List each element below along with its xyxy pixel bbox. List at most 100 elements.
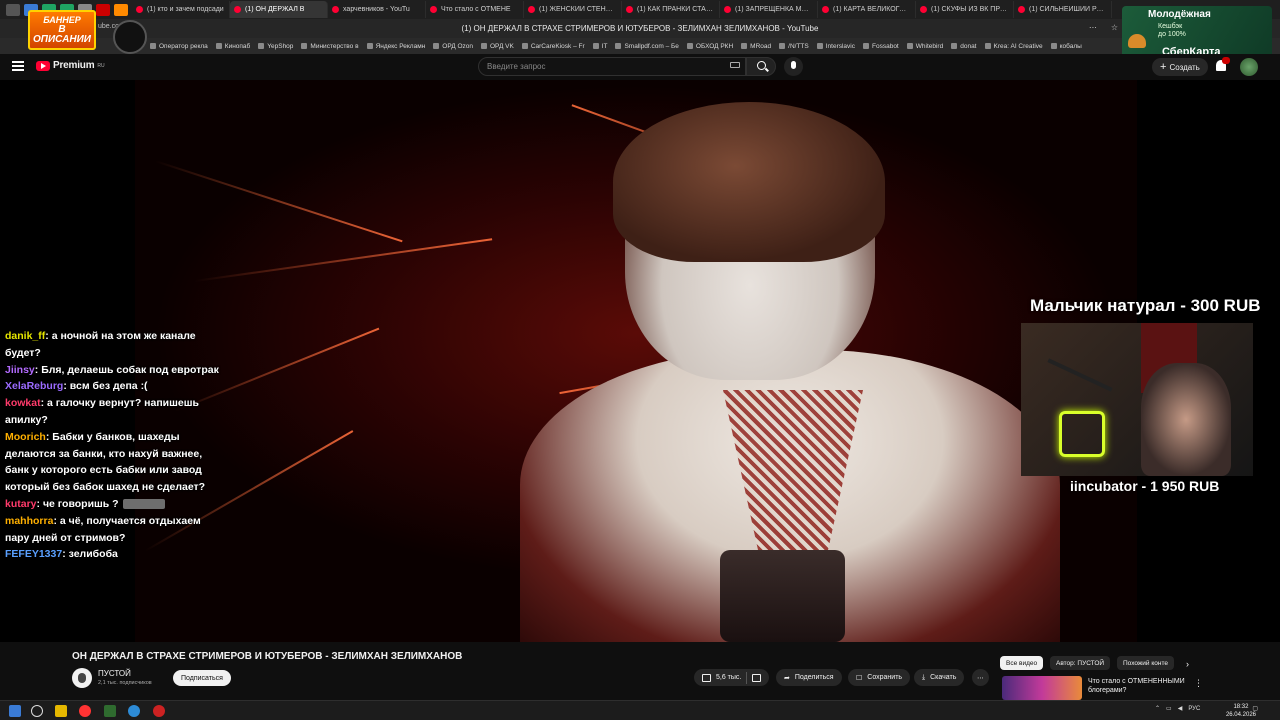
recommendation-chip[interactable]: Похожий конте <box>1117 656 1174 670</box>
save-button[interactable]: ☐ Сохранить <box>848 669 911 686</box>
bookmark-item[interactable]: YepShop <box>258 43 293 50</box>
dislike-icon[interactable] <box>752 673 762 682</box>
create-button[interactable]: + Создать <box>1152 58 1208 76</box>
tab-favicon-icon[interactable] <box>114 3 128 16</box>
channel-avatar[interactable] <box>72 668 92 688</box>
recommendation-title[interactable]: Что стало с ОТМЕНЕННЫМИ блогерами? <box>1088 677 1188 695</box>
recommendation-chip[interactable]: Автор: ПУСТОЙ <box>1050 656 1111 670</box>
bookmark-favicon-icon <box>951 43 958 49</box>
recommendation-thumbnail[interactable] <box>1002 676 1082 700</box>
clock-time: 18:32 <box>1233 704 1249 710</box>
chat-username: danik_ff <box>5 330 46 342</box>
browser-tab[interactable]: (1) КАК ПРАНКИ СТАЛИ <box>622 1 720 18</box>
bookmark-item[interactable]: Яндекс Рекламн <box>366 42 426 50</box>
bookmark-label: ОБХОД РКН <box>695 42 734 50</box>
share-button[interactable]: ➦ Поделиться <box>776 669 842 686</box>
youtube-region: RU <box>97 62 105 69</box>
obs-icon[interactable] <box>153 705 165 717</box>
browser-tab[interactable]: (1) СИЛЬНЕЙШИЙ РОФ <box>1014 1 1112 18</box>
light-ray <box>654 80 677 82</box>
voice-search-icon[interactable] <box>784 57 803 76</box>
search-icon[interactable] <box>31 705 43 717</box>
network-icon[interactable]: ▭ <box>1166 705 1172 712</box>
start-icon[interactable] <box>9 705 21 717</box>
bookmark-item[interactable]: Krea: AI Creative <box>984 43 1043 50</box>
video-frame[interactable] <box>135 80 1137 642</box>
app-icon[interactable] <box>104 705 116 717</box>
bookmark-label: Яндекс Рекламн <box>375 42 426 50</box>
extensions-icon[interactable]: ⋯ <box>1089 23 1097 32</box>
window-controls: ⋯ ☆ <box>1089 23 1118 32</box>
bookmark-label: donat <box>960 42 977 50</box>
keyboard-icon[interactable] <box>730 62 740 68</box>
bookmark-item[interactable]: /N/TTS <box>779 43 809 50</box>
youtube-favicon-icon <box>332 6 339 13</box>
bookmark-label: CarCareKiosk – Fr <box>530 42 585 50</box>
bookmark-item[interactable]: ОРД VK <box>480 43 514 50</box>
browser-tab[interactable]: (1) ОН ДЕРЖАЛ В <box>230 1 328 18</box>
bookmark-item[interactable]: donat <box>951 42 977 50</box>
bookmark-favicon-icon <box>521 43 528 49</box>
stream-banner-overlay: БАННЕР В ОПИСАНИИ <box>28 10 96 50</box>
chat-username: Moorich <box>5 430 46 443</box>
yandex-browser-icon[interactable] <box>79 705 91 717</box>
browser-tab[interactable]: (1) ЗАПРЕЩЁНКА МЕСС <box>720 1 818 18</box>
download-button[interactable]: ⤓ Скачать <box>914 669 965 686</box>
search-input[interactable]: Введите запрос <box>478 57 746 76</box>
video-player[interactable]: danik_ff: а ночной на этом же канале буд… <box>0 80 1280 642</box>
browser-tab[interactable]: харчевников - YouTu <box>328 1 426 18</box>
bookmark-label: Fossabot <box>872 42 899 50</box>
youtube-logo[interactable]: Premium RU <box>36 60 105 71</box>
account-avatar[interactable] <box>1240 58 1258 76</box>
like-count[interactable]: 5,6 тыс. <box>716 674 741 681</box>
browser-tab[interactable]: Что стало с ОТМЕНЕ <box>426 1 524 18</box>
browser-tab-title: (1) КАК ПРАНКИ СТАЛИ <box>637 6 715 13</box>
volume-icon[interactable]: ◀ <box>1178 705 1183 712</box>
explorer-icon[interactable] <box>55 705 67 717</box>
youtube-favicon-icon <box>528 6 535 13</box>
language-indicator[interactable]: РУС <box>1188 706 1200 712</box>
browser-menu-icon[interactable] <box>6 3 20 16</box>
chat-username: FEFEY1337 <box>5 548 63 561</box>
bookmark-label: Interslavic <box>825 42 855 50</box>
bookmark-favicon-icon <box>615 43 622 49</box>
browser-tab[interactable]: (1) кто и зачем подсади <box>132 1 230 18</box>
bookmark-item[interactable]: CarCareKiosk – Fr <box>521 42 585 50</box>
more-actions-button[interactable]: ⋯ <box>972 669 989 686</box>
bookmark-item[interactable]: MRoad <box>741 43 771 50</box>
bookmark-item[interactable]: Whitebird <box>906 43 943 50</box>
bookmark-item[interactable]: Министерство в <box>301 42 359 50</box>
bookmark-favicon-icon <box>433 43 440 49</box>
chevron-right-icon[interactable]: › <box>1186 659 1189 669</box>
search-button[interactable] <box>746 57 776 76</box>
browser-tab[interactable]: (1) СКУФЫ ИЗ ВК ПРОБ <box>916 1 1014 18</box>
bookmark-item[interactable]: кобалы <box>1050 43 1082 50</box>
menu-icon[interactable] <box>12 61 24 71</box>
subscribe-button[interactable]: Подписаться <box>173 670 231 686</box>
bookmark-item[interactable]: Interslavic <box>816 42 855 50</box>
bookmark-item[interactable]: ОБХОД РКН <box>686 42 734 50</box>
like-icon[interactable] <box>702 673 711 682</box>
bookmark-item[interactable]: Smallpdf.com – Бе <box>615 43 679 50</box>
bookmark-item[interactable]: ОРД Ozon <box>433 43 473 50</box>
bookmark-favicon-icon <box>984 43 991 49</box>
bookmark-item[interactable]: Оператор рекла <box>150 43 208 50</box>
tray-chevron-icon[interactable]: ⌃ <box>1155 705 1160 712</box>
recommendation-chip[interactable]: Все видео <box>1000 656 1044 670</box>
bookmark-star-icon[interactable]: ☆ <box>1111 23 1118 32</box>
bookmark-item[interactable]: IT <box>592 43 607 50</box>
browser-tab-title: (1) СКУФЫ ИЗ ВК ПРОБ <box>931 6 1009 13</box>
donation-alert-title: Мальчик натурал - 300 RUB <box>1030 296 1261 315</box>
bookmark-label: Министерство в <box>310 42 359 50</box>
browser-tab[interactable]: (1) ЖЕНСКИЙ СТЕНДАП <box>524 1 622 18</box>
tab-favicon-icon[interactable] <box>96 3 110 16</box>
bookmark-item[interactable]: Fossabot <box>863 43 899 50</box>
clock[interactable]: 18:32 26.04.2026 <box>1226 703 1256 719</box>
neon-sign <box>1059 411 1105 457</box>
telegram-icon[interactable] <box>128 705 140 717</box>
recommendation-more-icon[interactable]: ⋮ <box>1194 678 1203 689</box>
channel-name[interactable]: ПУСТОЙ <box>98 669 131 678</box>
bookmark-item[interactable]: Кинопаб <box>215 43 250 50</box>
download-label: Скачать <box>930 674 957 681</box>
browser-tab[interactable]: (1) КАРТА ВЕЛИКОГО П <box>818 1 916 18</box>
